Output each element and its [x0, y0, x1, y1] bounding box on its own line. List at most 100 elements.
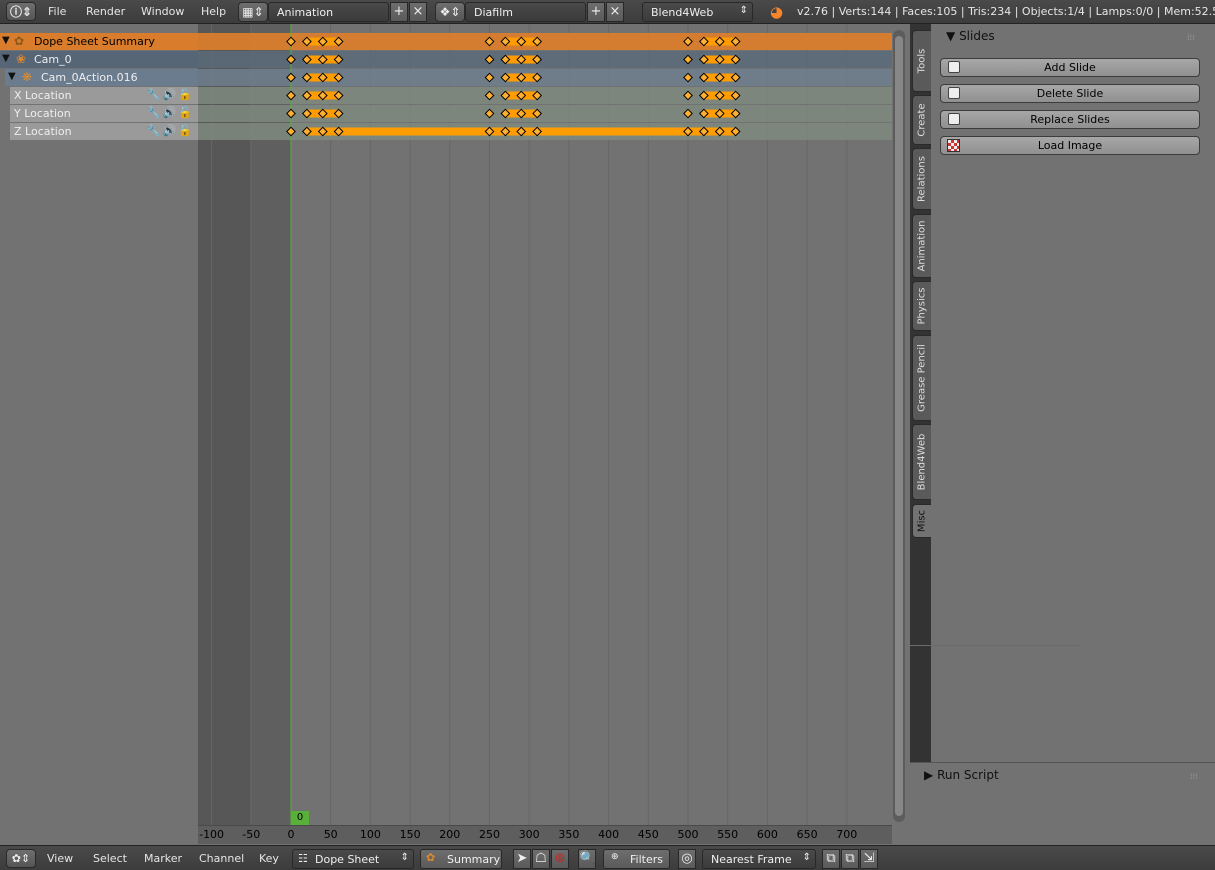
menu-render[interactable]: Render [86, 5, 125, 18]
run-script-panel-header[interactable]: ▶ Run Script [924, 768, 999, 782]
ruler-tick: 200 [439, 828, 461, 841]
dopesheet-timeline[interactable] [198, 24, 892, 825]
keyframe-canvas[interactable] [198, 24, 892, 825]
channel-toggles[interactable]: 🔧🔊🔓 [147, 124, 194, 137]
menu-channel[interactable]: Channel [199, 852, 244, 865]
ruler-tick: 600 [756, 828, 778, 841]
ruler-tick: 400 [598, 828, 620, 841]
camera-object-icon: ❀ [16, 52, 27, 66]
tab-tools[interactable]: Tools [912, 30, 931, 92]
only-selected-icon[interactable]: ➤ [513, 849, 531, 869]
render-engine-label: Blend4Web [651, 6, 714, 19]
vertical-scrollbar[interactable] [893, 30, 905, 822]
tab-relations[interactable]: Relations [912, 148, 931, 210]
tab-create[interactable]: Create [912, 95, 931, 145]
drag-grip-icon[interactable]: ⁞⁞⁞ [1190, 772, 1198, 781]
editor-type-button[interactable]: ✿⇕ [6, 849, 36, 868]
scene-field[interactable]: Diafilm [465, 2, 586, 22]
snap-select[interactable]: Nearest Frame ⇕ [702, 849, 816, 869]
image-icon [947, 139, 960, 152]
dopesheet-mode-icon: ☷ [298, 852, 308, 865]
remove-scene-button[interactable]: × [606, 2, 624, 22]
channel-object[interactable]: ▼ ❀ Cam_0 [0, 51, 198, 68]
ruler-tick: 500 [677, 828, 699, 841]
mode-select[interactable]: ☷ Dope Sheet ⇕ [292, 849, 414, 869]
show-hidden-icon[interactable]: ☖ [532, 849, 550, 869]
summary-label: Summary [447, 853, 501, 866]
replace-slides-button[interactable]: Replace Slides [940, 110, 1200, 129]
checkbox-icon [948, 87, 960, 99]
ruler-tick: 0 [287, 828, 295, 841]
editor-type-button[interactable]: ⓘ⇕ [6, 2, 36, 21]
search-icon[interactable]: 🔍 [578, 849, 596, 869]
render-engine-select[interactable]: Blend4Web ⇕ [642, 2, 753, 22]
collapse-triangle-icon[interactable]: ▼ [8, 71, 16, 82]
channel-label: Z Location [14, 125, 72, 138]
mode-label: Dope Sheet [315, 853, 380, 866]
ruler-tick: 350 [558, 828, 580, 841]
channel-action[interactable]: ▼ ❋ Cam_0Action.016 [5, 69, 198, 86]
add-scene-button[interactable]: + [587, 2, 605, 22]
channel-toggles[interactable]: 🔧🔊🔓 [147, 106, 194, 119]
checkbox-icon [948, 113, 960, 125]
ruler-tick: -100 [199, 828, 225, 841]
menu-select[interactable]: Select [93, 852, 127, 865]
remove-screen-button[interactable]: × [409, 2, 427, 22]
ruler-tick: 50 [323, 828, 338, 841]
drag-grip-icon[interactable]: ⁞⁞⁞ [1187, 33, 1195, 42]
chevron-updown-icon: ⇕ [802, 852, 811, 863]
ruler-tick: -50 [242, 828, 261, 841]
frame-ruler[interactable]: -100 -50 0 50 100 150 200 250 300 350 400 450 500 550… [198, 825, 892, 844]
button-label: Delete Slide [1036, 87, 1104, 100]
screen-layout-icon[interactable]: ▦⇕ [238, 2, 268, 22]
channel-region: ▼ ✿ Dope Sheet Summary ▼ ❀ Cam_0 ▼ ❋ Cam… [0, 24, 198, 845]
only-errors-icon[interactable]: ⊛ [551, 849, 569, 869]
scene-icon[interactable]: ❖⇕ [435, 2, 465, 22]
tab-misc[interactable]: Misc [912, 504, 931, 538]
channel-fcurve[interactable]: X Location 🔧🔊🔓 [10, 87, 198, 104]
slides-panel-header[interactable]: ▼ Slides [946, 29, 995, 43]
channel-summary[interactable]: ▼ ✿ Dope Sheet Summary [0, 33, 198, 50]
tab-grease-pencil[interactable]: Grease Pencil [912, 335, 931, 421]
tab-physics[interactable]: Physics [912, 281, 931, 331]
ruler-tick: 300 [518, 828, 540, 841]
dopesheet-icon: ✿ [14, 34, 25, 48]
scene-stats: v2.76 | Verts:144 | Faces:105 | Tris:234… [797, 5, 1215, 18]
menu-marker[interactable]: Marker [144, 852, 182, 865]
ruler-tick: 450 [637, 828, 659, 841]
channel-label: Cam_0 [34, 53, 72, 66]
tab-label: Blend4Web [916, 433, 928, 491]
filters-label: Filters [630, 853, 663, 866]
channel-fcurve[interactable]: Y Location 🔧🔊🔓 [10, 105, 198, 122]
filters-toggle[interactable]: ⊕ Filters [603, 849, 670, 869]
load-image-button[interactable]: Load Image [940, 136, 1200, 155]
menu-file[interactable]: File [48, 5, 66, 18]
current-frame-indicator[interactable]: 0 [291, 811, 309, 825]
delete-slide-button[interactable]: Delete Slide [940, 84, 1200, 103]
info-header: ⓘ⇕ File Render Window Help ▦⇕ Animation … [0, 0, 1215, 24]
preroll-area [198, 24, 250, 825]
add-slide-button[interactable]: Add Slide [940, 58, 1200, 77]
tab-blend4web[interactable]: Blend4Web [912, 424, 931, 500]
add-screen-button[interactable]: + [390, 2, 408, 22]
paste-flipped-icon[interactable]: ⇲ [860, 849, 878, 869]
collapse-triangle-icon[interactable]: ▼ [2, 35, 10, 46]
copy-keys-icon[interactable]: ⧉ [822, 849, 840, 869]
screen-layout-field[interactable]: Animation [268, 2, 389, 22]
auto-snap-icon[interactable]: ◎ [678, 849, 696, 869]
channel-label: Dope Sheet Summary [34, 35, 155, 48]
collapse-triangle-icon[interactable]: ▼ [2, 53, 10, 64]
menu-key[interactable]: Key [259, 852, 279, 865]
tab-animation[interactable]: Animation [912, 214, 931, 278]
menu-window[interactable]: Window [141, 5, 184, 18]
ruler-tick: 700 [836, 828, 858, 841]
scrollbar-thumb[interactable] [895, 36, 903, 816]
summary-toggle[interactable]: ✿ Summary [420, 849, 502, 869]
paste-keys-icon[interactable]: ⧉ [841, 849, 859, 869]
channel-toggles[interactable]: 🔧🔊🔓 [147, 88, 194, 101]
collapse-triangle-icon: ▼ [946, 29, 956, 43]
menu-help[interactable]: Help [201, 5, 226, 18]
info-icon: ⓘ⇕ [9, 5, 33, 19]
menu-view[interactable]: View [47, 852, 73, 865]
channel-fcurve[interactable]: Z Location 🔧🔊🔓 [10, 123, 198, 140]
